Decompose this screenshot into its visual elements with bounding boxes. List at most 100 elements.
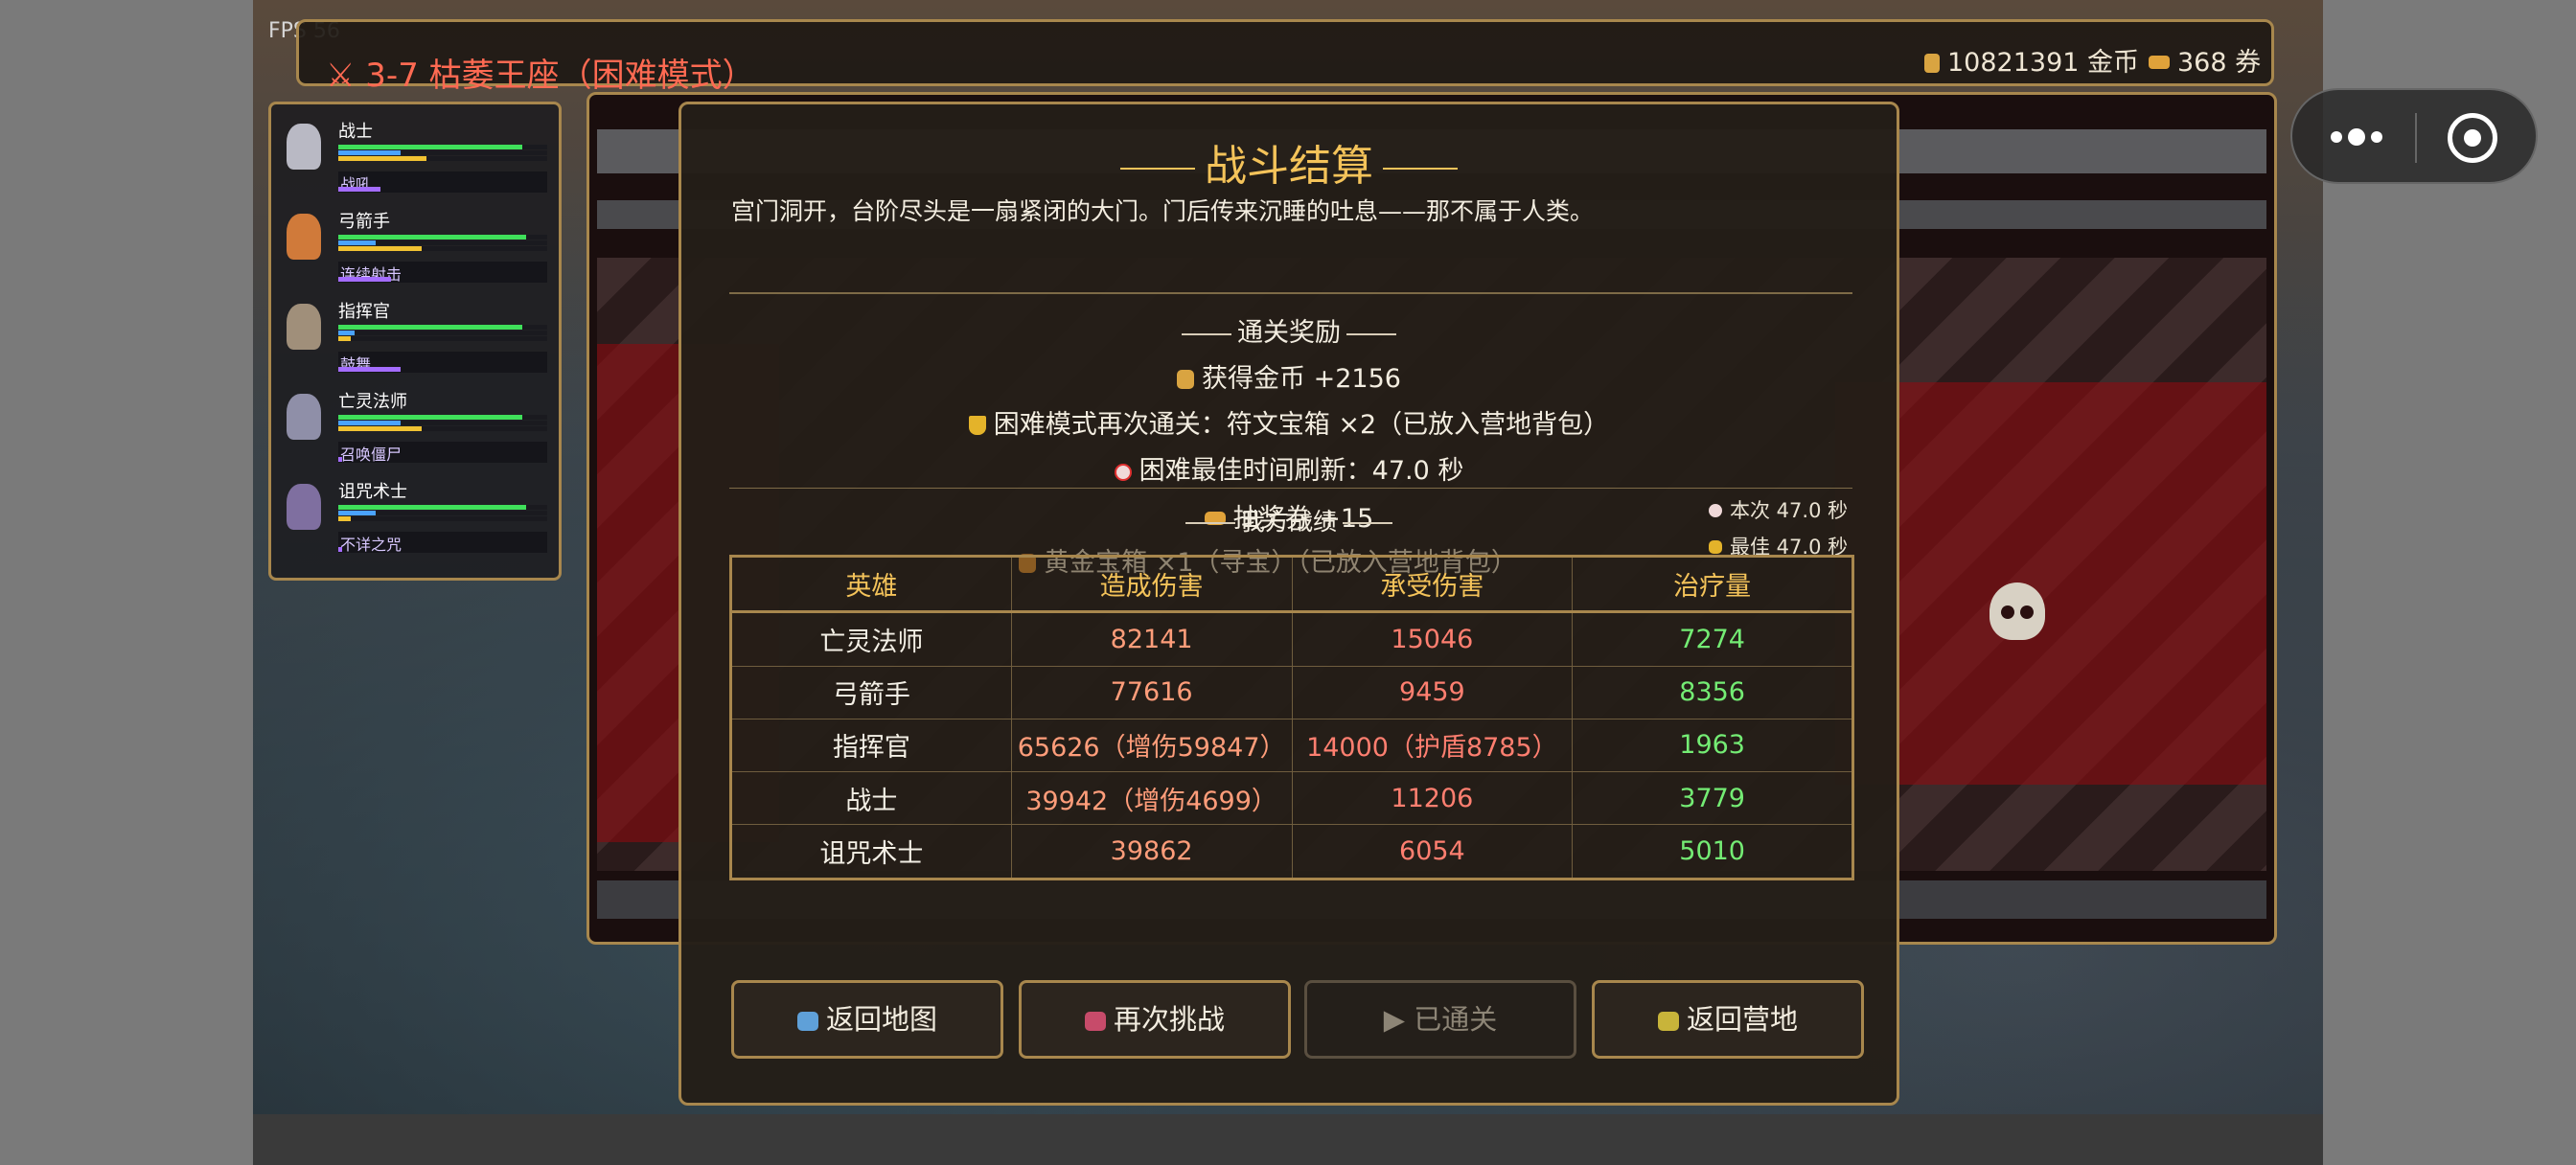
mp-bar	[338, 240, 377, 245]
hero-name-cell: 诅咒术士	[730, 824, 1012, 879]
table-header-row: 英雄 造成伤害 承受伤害 治疗量	[730, 556, 1853, 613]
hero-name-cell: 亡灵法师	[730, 611, 1012, 667]
hero-skill-label: 召唤僵尸	[340, 445, 402, 464]
hero-skill-slot[interactable]: 连续射击	[338, 262, 547, 284]
hp-bar	[338, 145, 522, 149]
skill-cooldown-bar	[338, 187, 380, 192]
damage-dealt-cell: 39942（增伤4699）	[1010, 771, 1293, 826]
mp-bar	[338, 331, 356, 335]
ticket-icon	[2149, 56, 2170, 69]
xp-bar	[338, 156, 426, 161]
divider	[729, 488, 1852, 489]
damage-dealt-cell: 77616	[1010, 665, 1293, 720]
xp-bar	[338, 246, 423, 251]
damage-dealt-cell: 39862	[1010, 824, 1293, 879]
stage-title: ⚔ 3-7 枯萎王座（困难模式）	[326, 57, 755, 95]
rewards-header: 通关奖励	[681, 311, 1897, 349]
battle-result-dialog: 战斗结算 宫门洞开，台阶尽头是一扇紧闭的大门。门后传来沉睡的吐息——那不属于人类…	[678, 102, 1899, 1106]
skill-cooldown-bar	[338, 457, 342, 462]
damage-taken-cell: 14000（护盾8785）	[1291, 718, 1574, 773]
damage-taken-cell: 15046	[1291, 611, 1574, 667]
retry-label: 再次挑战	[1113, 1003, 1225, 1036]
bottom-bar	[253, 1114, 2323, 1165]
table-row: 诅咒术士 39862 6054 5010	[730, 824, 1853, 879]
hero-entry[interactable]: 诅咒术士 不详之咒	[271, 470, 559, 557]
stopwatch-icon	[1709, 504, 1722, 517]
hero-entry[interactable]: 亡灵法师 召唤僵尸	[271, 380, 559, 467]
skill-cooldown-bar	[338, 367, 402, 372]
hero-name-cell: 战士	[730, 771, 1012, 826]
back-to-map-button[interactable]: 返回地图	[731, 980, 1003, 1059]
mp-bar	[338, 421, 402, 425]
hero-roster-panel: 战士战吼弓箭手连续射击指挥官 鼓舞亡灵法师召唤僵尸诅咒术士 不详之咒	[268, 102, 562, 581]
hp-bar	[338, 325, 522, 330]
healing-cell: 1963	[1572, 718, 1853, 773]
hp-bar	[338, 415, 522, 420]
hero-name: 弓箭手	[338, 212, 390, 232]
hero-stats-table: 英雄 造成伤害 承受伤害 治疗量 亡灵法师 82141 15046 7274 弓箭手 77…	[729, 555, 1854, 880]
xp-bar	[338, 426, 423, 431]
hero-name-cell: 弓箭手	[730, 665, 1012, 720]
skull-decoration	[1990, 582, 2045, 640]
gold-counter: 10821391 金币	[1924, 41, 2139, 79]
healing-cell: 7274	[1572, 611, 1853, 667]
mp-bar	[338, 511, 377, 515]
gold-bag-icon	[1924, 54, 1940, 73]
reward-best-time-text: 困难最佳时间刷新：47.0 秒	[1138, 456, 1464, 486]
hp-bar	[338, 235, 527, 240]
hp-bar	[338, 505, 527, 510]
stage-description: 宫门洞开，台阶尽头是一扇紧闭的大门。门后传来沉睡的吐息——那不属于人类。	[731, 197, 1595, 225]
table-row: 指挥官 65626（增伤59847） 14000（护盾8785） 1963	[730, 718, 1853, 773]
dialog-title: 战斗结算	[681, 131, 1897, 193]
camp-icon	[1657, 1012, 1679, 1031]
gold-bag-icon	[1177, 370, 1195, 389]
time-current: 本次 47.0 秒	[1709, 495, 1848, 524]
xp-bar-track	[338, 336, 547, 341]
ticket-amount: 368 券	[2177, 48, 2262, 78]
hero-entry[interactable]: 指挥官 鼓舞	[271, 290, 559, 377]
damage-dealt-cell: 65626（增伤59847）	[1010, 718, 1293, 773]
hero-portrait-icon	[287, 214, 321, 260]
hero-portrait-icon	[287, 304, 321, 350]
more-icon[interactable]	[2331, 126, 2388, 146]
gold-amount: 10821391 金币	[1947, 48, 2140, 78]
hero-entry[interactable]: 弓箭手 连续射击	[271, 200, 559, 286]
back-to-map-label: 返回地图	[825, 1003, 937, 1036]
hero-portrait-icon	[287, 124, 321, 170]
hero-skill-slot[interactable]: 鼓舞	[338, 352, 547, 374]
cleared-button[interactable]: ▶ 已通关	[1304, 980, 1576, 1059]
back-to-camp-button[interactable]: 返回营地	[1592, 980, 1864, 1059]
hero-skill-slot[interactable]: 不详之咒	[338, 532, 547, 554]
reward-hard-clear: 困难模式再次通关：符文宝箱 ×2（已放入营地背包）	[681, 403, 1897, 441]
hero-skill-slot[interactable]: 战吼	[338, 171, 547, 194]
hero-name: 战士	[338, 122, 373, 142]
retry-button[interactable]: 再次挑战	[1019, 980, 1291, 1059]
table-row: 弓箭手 77616 9459 8356	[730, 665, 1853, 720]
rewards-header-text: 通关奖励	[1237, 318, 1341, 348]
table-row: 亡灵法师 82141 15046 7274	[730, 611, 1853, 667]
header-damage-taken: 承受伤害	[1291, 556, 1574, 613]
damage-taken-cell: 9459	[1291, 665, 1574, 720]
reward-gold-text: 获得金币 +2156	[1202, 364, 1401, 394]
hero-entry[interactable]: 战士 战吼	[271, 110, 559, 196]
back-to-camp-label: 返回营地	[1686, 1003, 1798, 1036]
trophy-icon	[968, 416, 986, 435]
hero-skill-slot[interactable]: 召唤僵尸	[338, 442, 547, 464]
xp-bar	[338, 336, 352, 341]
xp-bar	[338, 516, 352, 521]
close-miniprogram-icon[interactable]	[2448, 113, 2497, 163]
healing-cell: 5010	[1572, 824, 1853, 879]
damage-taken-cell: 11206	[1291, 771, 1574, 826]
time-current-text: 本次 47.0 秒	[1730, 499, 1849, 522]
ticket-counter: 368 券	[2149, 41, 2261, 79]
stopwatch-icon	[1114, 464, 1132, 481]
hero-skill-label: 不详之咒	[340, 536, 402, 554]
reward-gold: 获得金币 +2156	[681, 357, 1897, 395]
hero-name-cell: 指挥官	[730, 718, 1012, 773]
dialog-title-text: 战斗结算	[1205, 142, 1373, 191]
table-row: 战士 39942（增伤4699） 11206 3779	[730, 771, 1853, 826]
mp-bar	[338, 150, 402, 155]
hero-name: 亡灵法师	[338, 392, 407, 412]
miniprogram-capsule	[2290, 88, 2538, 184]
healing-cell: 8356	[1572, 665, 1853, 720]
